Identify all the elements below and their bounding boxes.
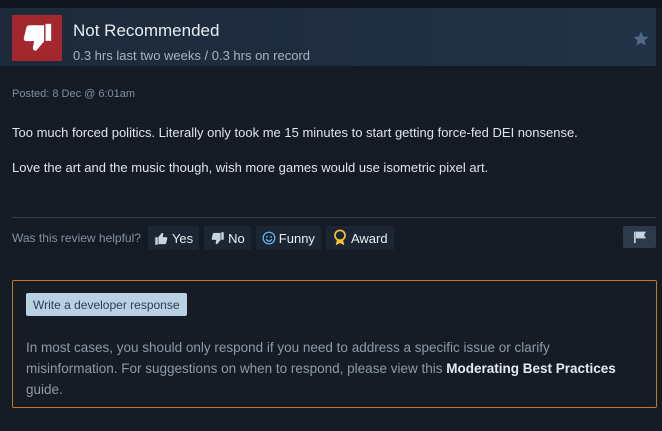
rating-title[interactable]: Not Recommended <box>73 21 219 41</box>
review-paragraph: Too much forced politics. Literally only… <box>12 125 578 140</box>
smiley-icon <box>262 231 276 245</box>
review-paragraph: Love the art and the music though, wish … <box>12 160 489 175</box>
helpful-row: Was this review helpful? Yes No Funny Aw… <box>12 226 394 250</box>
divider <box>12 217 656 218</box>
posted-date: Posted: 8 Dec @ 6:01am <box>12 88 136 100</box>
developer-response-note: In most cases, you should only respond i… <box>26 337 641 400</box>
developer-response-panel: Write a developer response In most cases… <box>12 280 657 408</box>
note-suffix: guide. <box>26 382 63 397</box>
award-button[interactable]: Award <box>325 226 394 250</box>
award-label: Award <box>350 230 388 246</box>
review-header: Not Recommended 0.3 hrs last two weeks /… <box>0 8 656 66</box>
helpful-label: Was this review helpful? <box>12 231 141 245</box>
award-icon <box>334 229 346 246</box>
review-text: Too much forced politics. Literally only… <box>12 124 642 177</box>
thumbs-down-icon <box>12 15 62 61</box>
vote-no-label: No <box>228 230 245 246</box>
hours-on-record: 0.3 hrs last two weeks / 0.3 hrs on reco… <box>73 48 310 63</box>
star-icon[interactable] <box>632 30 650 48</box>
write-developer-response-button[interactable]: Write a developer response <box>26 293 187 316</box>
top-strip <box>0 0 662 8</box>
flag-icon <box>633 231 646 243</box>
moderating-best-practices-link[interactable]: Moderating Best Practices <box>446 361 616 376</box>
vote-yes-button[interactable]: Yes <box>147 226 200 250</box>
vote-no-button[interactable]: No <box>204 226 251 250</box>
vote-funny-button[interactable]: Funny <box>255 226 321 250</box>
thumbs-down-icon <box>211 231 224 244</box>
thumbs-up-icon <box>155 232 168 245</box>
report-button[interactable] <box>623 226 656 248</box>
vote-yes-label: Yes <box>171 230 194 246</box>
vote-funny-label: Funny <box>278 230 315 246</box>
